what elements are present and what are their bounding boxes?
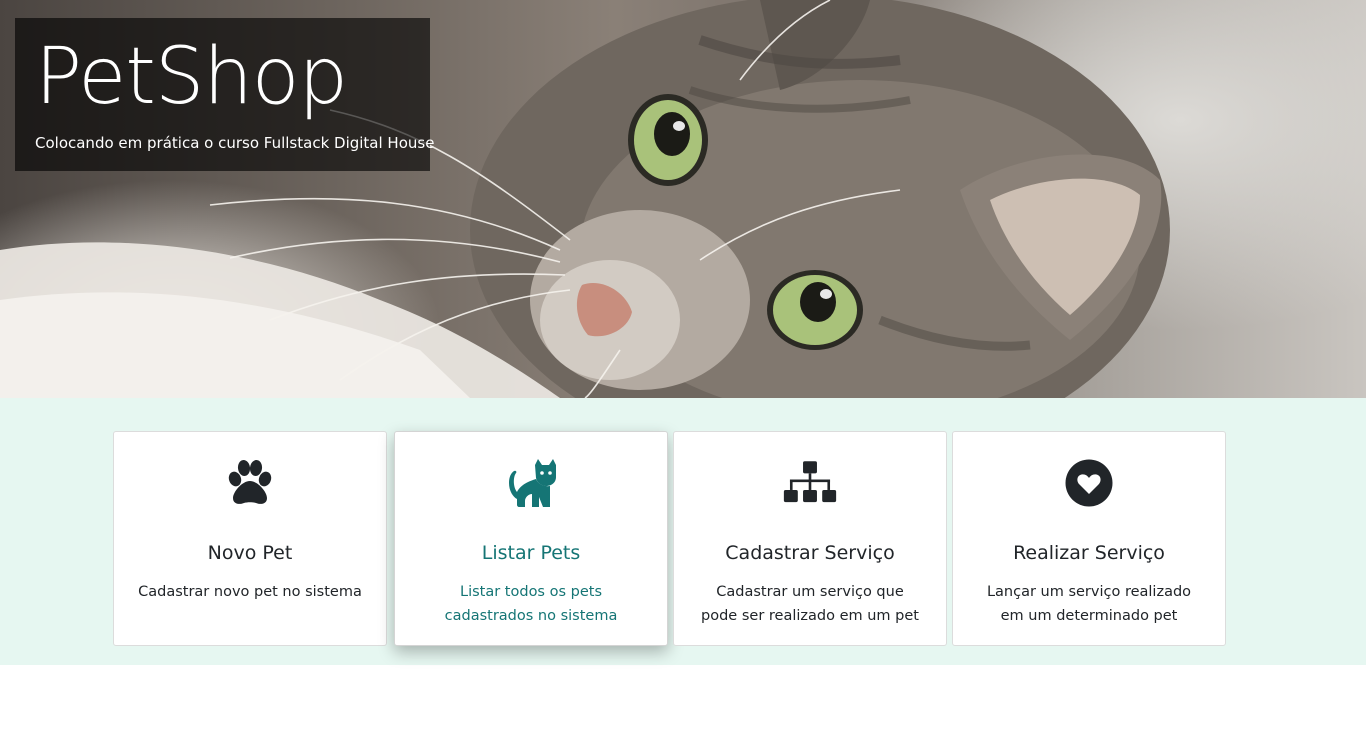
hero-title-box: PetShop Colocando em prática o curso Ful… [15,18,434,171]
card-listar-pets[interactable]: Listar Pets Listar todos os pets cadastr… [394,431,668,646]
page-subtitle: Colocando em prática o curso Fullstack D… [35,134,435,152]
card-cadastrar-servico[interactable]: Cadastrar Serviço Cadastrar um serviço q… [673,431,947,646]
card-description: Listar todos os pets cadastrados no sist… [444,584,618,624]
page-title: PetShop [35,32,348,122]
card-realizar-servico[interactable]: Realizar Serviço Lançar um serviço reali… [952,431,1226,646]
card-title: Cadastrar Serviço [725,542,895,564]
paw-icon [223,456,277,510]
card-title: Realizar Serviço [1013,542,1165,564]
card-description: Lançar um serviço realizado em um determ… [986,584,1192,624]
card-description: Cadastrar novo pet no sistema [138,584,362,600]
card-title: Novo Pet [207,542,293,564]
services-section: Novo Pet Cadastrar novo pet no sistema L… [0,398,1366,665]
card-novo-pet[interactable]: Novo Pet Cadastrar novo pet no sistema [113,431,387,646]
sitemap-icon [783,456,837,510]
cat-icon [504,456,558,510]
card-description: Cadastrar um serviço que pode ser realiz… [701,584,919,624]
hero-banner: PetShop Colocando em prática o curso Ful… [0,0,1366,398]
card-title: Listar Pets [481,542,581,564]
heart-circle-icon [1062,456,1116,510]
